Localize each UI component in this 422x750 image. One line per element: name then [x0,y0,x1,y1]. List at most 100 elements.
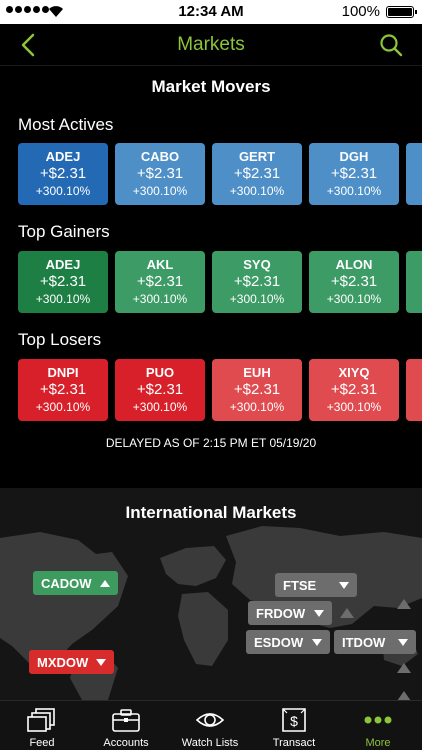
mover-tile[interactable]: XIYQ +$2.31 +300.10% [309,359,399,421]
tab-transact-label: Transact [272,737,316,749]
itdow-market-pill[interactable]: ITDOW [334,630,416,654]
tile-change: +$2.31 [39,165,87,182]
tile-percent: +300.10% [229,184,285,198]
search-icon[interactable] [378,32,404,58]
mover-tile[interactable]: AKL +$2.31 +300.10% [115,251,205,313]
tile-symbol: SYQ [243,257,271,272]
briefcase-icon [112,709,140,732]
svg-text:$: $ [290,713,298,729]
tab-accounts[interactable]: Accounts [84,701,168,750]
mover-tile[interactable]: GERT +$2.31 +300.10% [212,143,302,205]
market-marker-icon[interactable] [397,691,411,700]
esdow-label: ESDOW [254,634,304,650]
delayed-quote-notice: DELAYED AS OF 2:15 PM ET 05/19/20 [105,436,317,450]
tile-change: +$2.31 [136,381,184,398]
tile-percent: +300.10% [229,400,285,414]
mover-tile[interactable]: CABO +$2.31 +300.10% [115,143,205,205]
tile-change: +$2.31 [330,381,378,398]
tile-change: +$2.31 [330,273,378,290]
market-marker-icon[interactable] [397,599,411,609]
tile-change: +$2.31 [39,273,87,290]
battery-icon [386,6,417,18]
tile-percent: +300.10% [132,292,188,306]
tile-change: +$2.31 [233,273,281,290]
top-gainers-label: Top Gainers [18,222,110,241]
tile-percent: +300.10% [35,400,91,414]
tab-transact[interactable]: $ Transact [252,701,336,750]
more-dots-icon [364,716,392,724]
tile-symbol: XIYQ [338,365,370,380]
most-actives-label: Most Actives [18,115,114,134]
tile-percent: +300.10% [326,400,382,414]
tile-symbol: DNPI [47,365,79,380]
itdow-label: ITDOW [342,634,386,650]
tile-change: +$2.31 [330,165,378,182]
tile-symbol: PUO [145,365,175,380]
mover-tile[interactable]: ADEJ +$2.31 +300.10% [18,251,108,313]
most-actives-row[interactable]: ADEJ +$2.31 +300.10% CABO +$2.31 +300.10% GERT… [18,143,422,205]
ftse-label: FTSE [283,577,317,593]
tile-symbol: AKL [146,257,174,272]
mover-tile[interactable]: ALON +$2.31 +300.10% [309,251,399,313]
top-losers-row[interactable]: DNPI +$2.31 +300.10% PUO +$2.31 +300.10% EUH +$… [18,359,422,421]
tab-watch-lists-label: Watch Lists [181,737,239,749]
caret-down-icon [339,581,349,589]
market-movers-section: Market Movers Most Actives ADEJ +$2.31 +30… [0,66,422,468]
mxdow-market-pill[interactable]: MXDOW [29,650,115,674]
tile-percent: +300.10% [35,292,91,306]
mxdow-label: MXDOW [37,654,89,670]
tile-change: +$2.31 [136,165,184,182]
tab-accounts-label: Accounts [103,737,149,749]
top-losers-label: Top Losers [18,330,102,349]
esdow-market-pill[interactable]: ESDOW [246,630,330,654]
tab-more-label: More [365,737,391,749]
caret-down-icon [96,658,107,666]
page-title: Markets [177,34,245,55]
tile-symbol: ADEJ [45,257,81,272]
tile-percent: +300.10% [229,292,285,306]
tile-percent: +300.10% [132,400,188,414]
mover-tile[interactable]: DNPI +$2.31 +300.10% [18,359,108,421]
mover-tile[interactable]: PUO +$2.31 +300.10% [115,359,205,421]
tile-symbol: CABO [140,149,180,164]
nav-bar: Markets [0,24,422,66]
tab-bar: Feed Accounts Watch Lists $ Transact Mor… [0,700,422,750]
caret-up-icon [99,579,110,587]
mover-tile[interactable]: EUH +$2.31 +300.10% [212,359,302,421]
eye-icon [195,713,225,727]
market-marker-icon[interactable] [397,663,411,673]
tile-change: +$2.31 [136,273,184,290]
mover-tile[interactable] [406,143,422,205]
tab-more[interactable]: More [336,701,420,750]
tile-percent: +300.10% [132,184,188,198]
market-marker-icon[interactable] [340,608,354,618]
cadow-market-pill[interactable]: CADOW [33,571,118,595]
cadow-label: CADOW [41,575,92,591]
tab-feed[interactable]: Feed [0,701,84,750]
international-markets-section: International Markets CADOW MXDOW FTSE F… [0,488,422,700]
mover-tile[interactable] [406,359,422,421]
mover-tile[interactable]: DGH +$2.31 +300.10% [309,143,399,205]
tile-symbol: ALON [335,257,373,272]
status-bar: 12:34 AM 100% [0,0,422,24]
tab-feed-label: Feed [29,737,55,749]
market-movers-heading: Market Movers [151,77,271,96]
top-gainers-row[interactable]: ADEJ +$2.31 +300.10% AKL +$2.31 +300.10% SYQ +$… [18,251,422,313]
feed-icon [27,708,55,732]
mover-tile[interactable]: ADEJ +$2.31 +300.10% [18,143,108,205]
mover-tile[interactable] [406,251,422,313]
tile-percent: +300.10% [35,184,91,198]
tile-percent: +300.10% [326,292,382,306]
tab-watch-lists[interactable]: Watch Lists [168,701,252,750]
frdow-label: FRDOW [256,605,306,621]
tile-symbol: DGH [339,149,369,164]
tile-change: +$2.31 [233,165,281,182]
tile-symbol: GERT [238,149,276,164]
caret-down-icon [398,638,408,646]
transact-dollar-icon: $ [282,708,306,732]
international-markets-heading: International Markets [125,503,297,522]
ftse-market-pill[interactable]: FTSE [275,573,357,597]
frdow-market-pill[interactable]: FRDOW [248,601,332,625]
tile-change: +$2.31 [233,381,281,398]
mover-tile[interactable]: SYQ +$2.31 +300.10% [212,251,302,313]
